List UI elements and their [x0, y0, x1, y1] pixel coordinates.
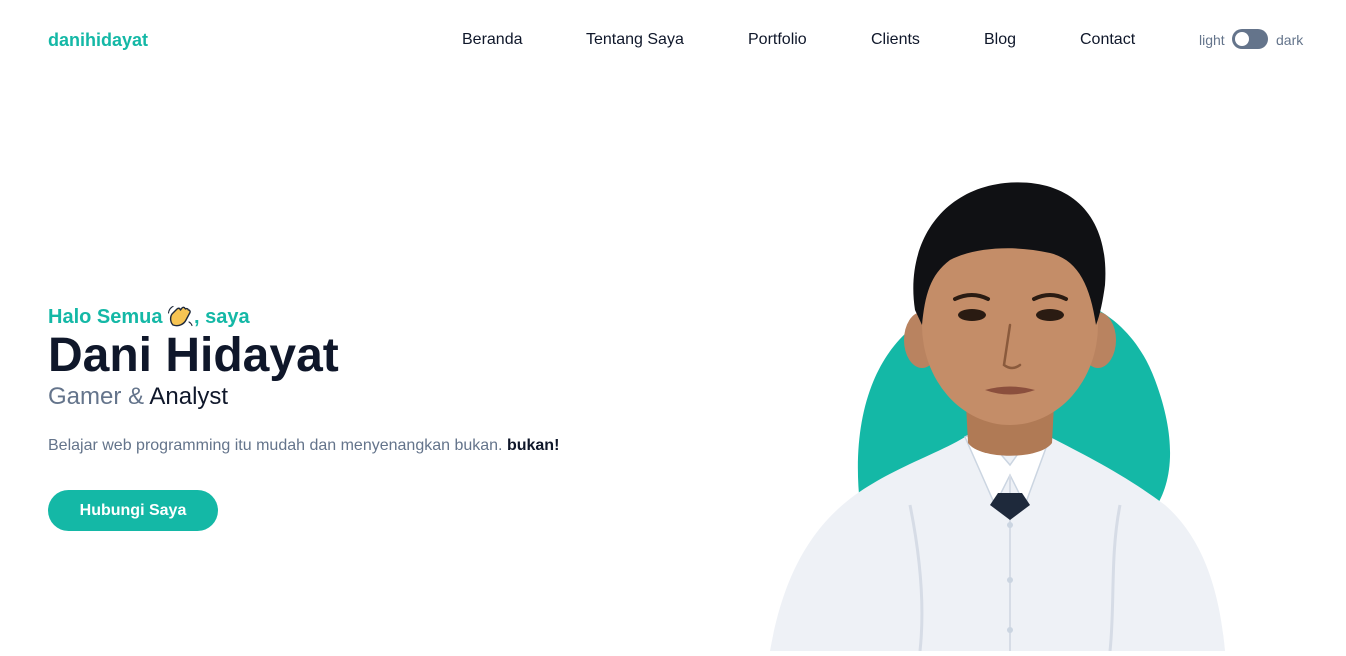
nav-link-tentang-saya[interactable]: Tentang Saya — [586, 30, 684, 50]
tagline-emphasis: bukan! — [506, 437, 560, 454]
toggle-knob — [1235, 32, 1249, 46]
greeting-text: Halo Semua — [48, 306, 163, 328]
waving-hand-icon — [167, 304, 194, 328]
hero-name: Dani Hidayat — [48, 329, 339, 382]
navbar: danihidayat Beranda Tentang Saya Portfol… — [0, 0, 1346, 80]
brand-logo[interactable]: danihidayat — [48, 29, 148, 51]
hero-portrait — [760, 175, 1240, 652]
dark-mode-toggle[interactable] — [1232, 29, 1268, 49]
role-primary: Gamer & — [48, 383, 145, 410]
theme-light-label: light — [1199, 32, 1225, 48]
theme-dark-label: dark — [1276, 32, 1304, 48]
nav-link-blog[interactable]: Blog — [984, 30, 1016, 50]
greeting-suffix: , saya — [194, 306, 250, 328]
hero-role: Gamer & Analyst — [48, 383, 228, 411]
nav-link-beranda[interactable]: Beranda — [462, 30, 523, 50]
nav-link-portfolio[interactable]: Portfolio — [748, 30, 807, 50]
hero-tagline: Belajar web programming itu mudah dan me… — [48, 436, 559, 456]
nav-link-contact[interactable]: Contact — [1080, 30, 1135, 50]
contact-me-button[interactable]: Hubungi Saya — [48, 490, 218, 531]
tagline-text: Belajar web programming itu mudah dan me… — [48, 437, 507, 454]
hero-greeting: Halo Semua , saya — [48, 304, 250, 329]
role-secondary: Analyst — [149, 383, 229, 410]
nav-link-clients[interactable]: Clients — [871, 30, 920, 50]
